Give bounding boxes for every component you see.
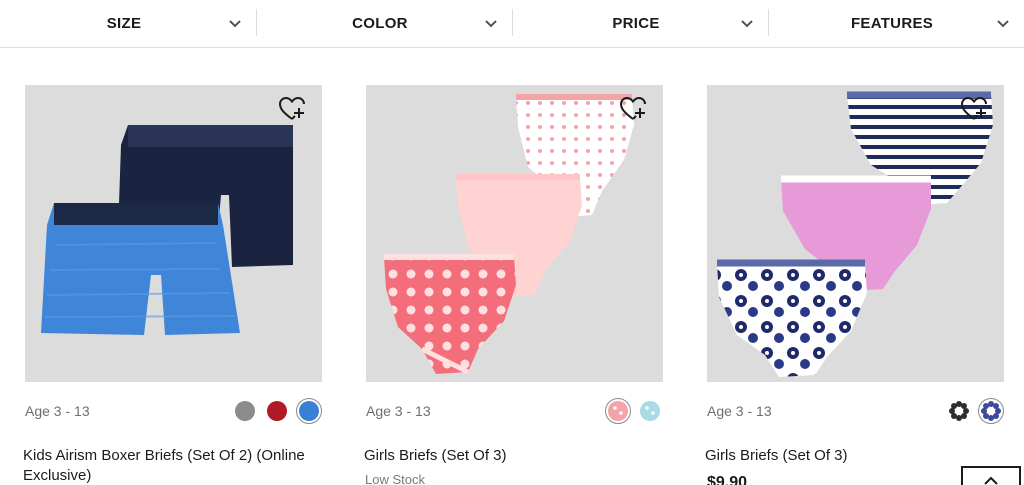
- color-swatches: [605, 398, 663, 424]
- product-image[interactable]: [25, 85, 322, 382]
- filter-bar: SIZE COLOR PRICE FEATURES: [0, 0, 1024, 48]
- color-swatch[interactable]: [637, 398, 663, 424]
- filter-price[interactable]: PRICE: [512, 0, 768, 47]
- chevron-down-icon: [741, 20, 753, 28]
- heart-plus-icon[interactable]: [278, 96, 306, 122]
- age-range: Age 3 - 13: [707, 403, 772, 419]
- product-name[interactable]: Girls Briefs (Set Of 3): [705, 446, 1005, 466]
- chevron-down-icon: [229, 20, 241, 28]
- filter-features-label: FEATURES: [850, 15, 934, 32]
- chevron-down-icon: [485, 20, 497, 28]
- floral-swatch-icon: [981, 401, 1001, 421]
- product-image[interactable]: [707, 85, 1004, 382]
- color-swatches: [232, 398, 322, 424]
- product-price: $9.90: [707, 474, 748, 485]
- color-swatch[interactable]: [264, 398, 290, 424]
- color-swatch-selected[interactable]: [605, 398, 631, 424]
- filter-size[interactable]: SIZE: [0, 0, 256, 47]
- product-name[interactable]: Girls Briefs (Set Of 3): [364, 446, 664, 466]
- heart-plus-icon[interactable]: [619, 96, 647, 122]
- color-swatches: [946, 398, 1004, 424]
- product-image[interactable]: [366, 85, 663, 382]
- girls-briefs-illustration: [384, 94, 634, 375]
- floral-swatch-icon: [949, 401, 969, 421]
- age-range: Age 3 - 13: [366, 403, 431, 419]
- color-swatch[interactable]: [946, 398, 972, 424]
- chevron-down-icon: [997, 20, 1009, 28]
- age-range: Age 3 - 13: [25, 403, 90, 419]
- color-swatch-selected[interactable]: [296, 398, 322, 424]
- filter-color[interactable]: COLOR: [256, 0, 512, 47]
- filter-size-label: SIZE: [106, 15, 142, 32]
- boxer-briefs-illustration: [41, 125, 293, 335]
- color-swatch[interactable]: [232, 398, 258, 424]
- color-swatch-selected[interactable]: [978, 398, 1004, 424]
- chevron-up-icon: [984, 476, 998, 485]
- product-name[interactable]: Kids Airism Boxer Briefs (Set Of 2) (Onl…: [23, 446, 323, 485]
- filter-price-label: PRICE: [612, 15, 660, 32]
- filter-color-label: COLOR: [352, 15, 408, 32]
- girls-briefs-illustration: [717, 91, 993, 377]
- heart-plus-icon[interactable]: [960, 96, 988, 122]
- filter-features[interactable]: FEATURES: [768, 0, 1024, 47]
- back-to-top-button[interactable]: [961, 466, 1021, 485]
- stock-status: Low Stock: [365, 472, 425, 485]
